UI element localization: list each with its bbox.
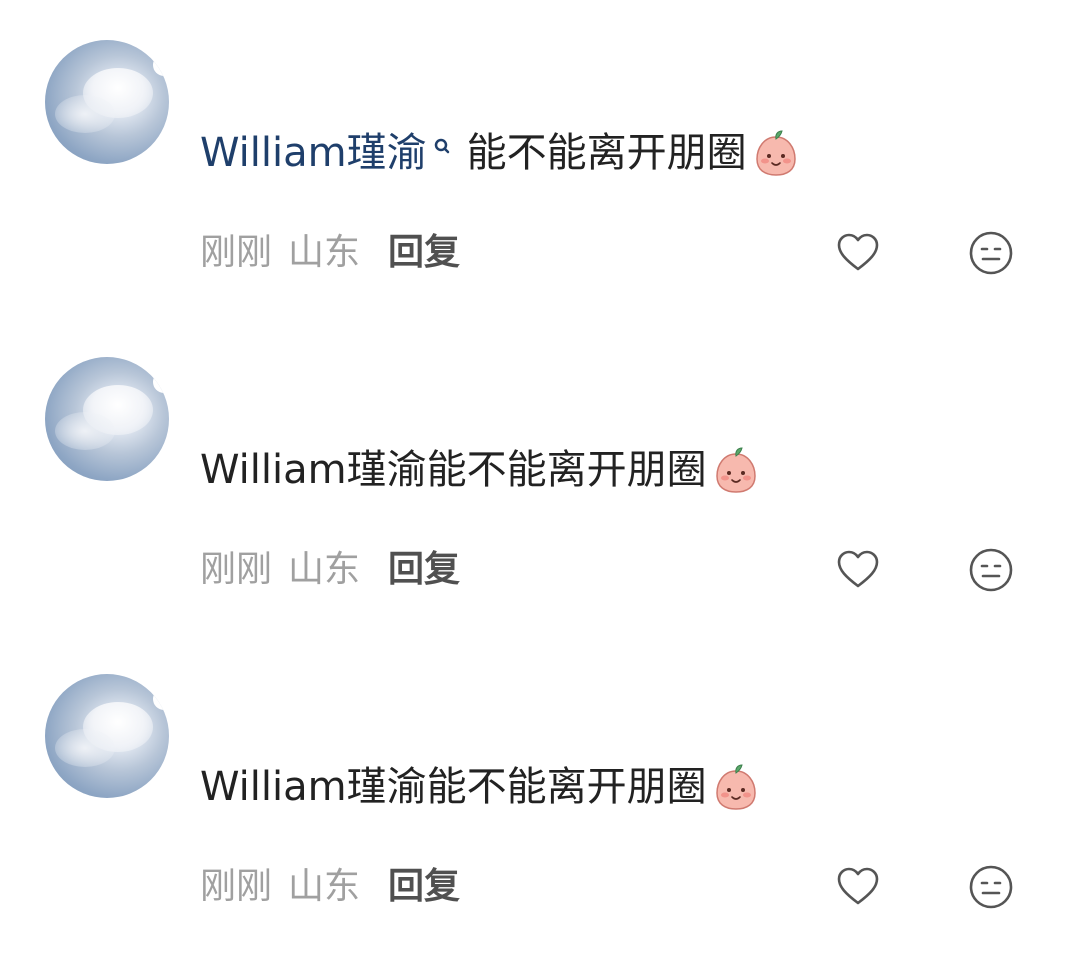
- comment-item: William瑾渝 能不能离开朋圈 刚刚 山东 回复: [0, 38, 1080, 338]
- comment-text-line: William瑾渝能不能离开朋圈: [200, 445, 761, 495]
- peach-face-emoji: [711, 762, 761, 812]
- reply-button[interactable]: 回复: [388, 862, 460, 912]
- comment-item: William瑾渝能不能离开朋圈 刚刚 山东 回复: [0, 672, 1080, 972]
- heart-outline-icon[interactable]: [835, 230, 881, 276]
- comment-body: William瑾渝能不能离开朋圈: [200, 447, 707, 493]
- comment-location: 山东: [288, 232, 361, 273]
- comment-body: William瑾渝能不能离开朋圈: [200, 764, 707, 810]
- peach-face-emoji: [751, 128, 801, 178]
- comment-text-line: William瑾渝能不能离开朋圈: [200, 762, 761, 812]
- search-icon[interactable]: [431, 133, 455, 173]
- comment-location: 山东: [288, 866, 361, 907]
- comment-body: 能不能离开朋圈: [466, 130, 747, 176]
- heart-outline-icon[interactable]: [835, 864, 881, 910]
- heart-outline-icon[interactable]: [835, 547, 881, 593]
- reply-button[interactable]: 回复: [388, 228, 460, 278]
- comment-time: 刚刚: [200, 549, 273, 590]
- neutral-face-icon[interactable]: [968, 230, 1014, 276]
- peach-face-emoji: [711, 445, 761, 495]
- comment-time: 刚刚: [200, 866, 273, 907]
- avatar[interactable]: [45, 40, 169, 164]
- comment-item: William瑾渝能不能离开朋圈 刚刚 山东 回复: [0, 355, 1080, 655]
- comment-meta: 刚刚 山东 回复: [200, 545, 460, 595]
- comment-username[interactable]: William瑾渝: [200, 128, 427, 178]
- comment-meta: 刚刚 山东 回复: [200, 862, 460, 912]
- comment-meta: 刚刚 山东 回复: [200, 228, 460, 278]
- reply-button[interactable]: 回复: [388, 545, 460, 595]
- neutral-face-icon[interactable]: [968, 864, 1014, 910]
- avatar[interactable]: [45, 357, 169, 481]
- neutral-face-icon[interactable]: [968, 547, 1014, 593]
- comment-text-line: William瑾渝 能不能离开朋圈: [200, 128, 801, 178]
- comment-location: 山东: [288, 549, 361, 590]
- avatar[interactable]: [45, 674, 169, 798]
- comment-time: 刚刚: [200, 232, 273, 273]
